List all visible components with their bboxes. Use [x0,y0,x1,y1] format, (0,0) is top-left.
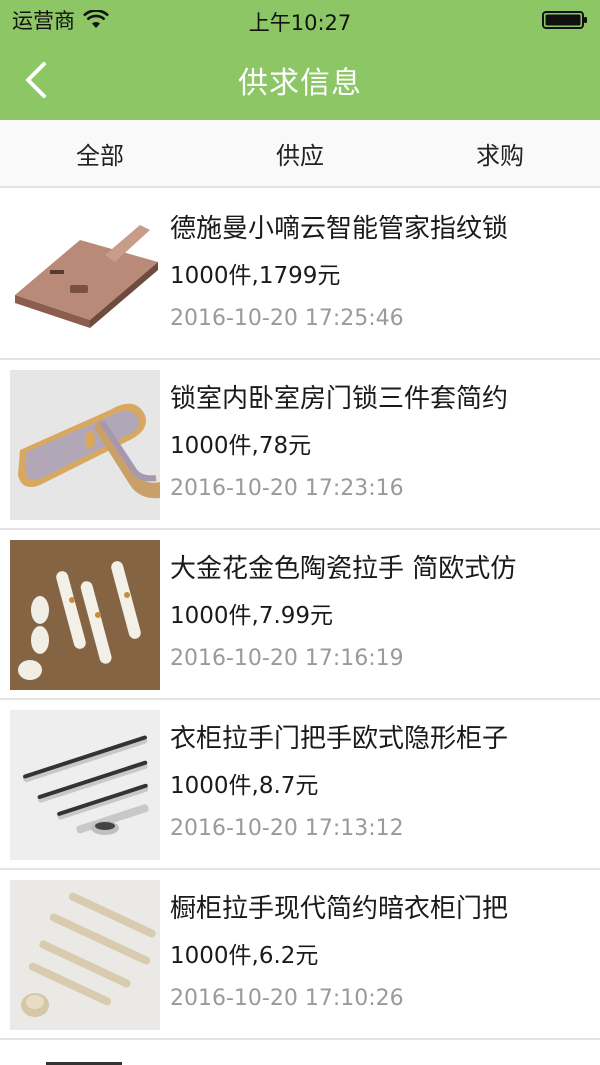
chevron-left-icon [26,62,46,98]
nav-bar: 供求信息 [0,40,600,120]
list-item[interactable]: 德施曼小嘀云智能管家指纹锁 1000件,1799元 2016-10-20 17:… [0,190,600,360]
wifi-icon [83,10,109,28]
list-item[interactable]: 衣柜拉手门把手欧式隐形柜子 1000件,8.7元 2016-10-20 17:1… [0,700,600,870]
tab-purchase[interactable]: 求购 [400,120,600,186]
battery-icon [542,11,587,29]
item-time: 2016-10-20 17:16:19 [170,646,404,671]
item-title: 衣柜拉手门把手欧式隐形柜子 [170,724,509,754]
tab-all[interactable]: 全部 [0,120,200,186]
tab-bar: 全部 供应 求购 [0,120,600,188]
supply-demand-list: 德施曼小嘀云智能管家指纹锁 1000件,1799元 2016-10-20 17:… [0,190,600,1040]
item-time: 2016-10-20 17:23:16 [170,476,404,501]
item-title: 锁室内卧室房门锁三件套简约 [170,384,509,414]
page-title: 供求信息 [238,66,362,101]
list-item[interactable]: 锁室内卧室房门锁三件套简约 1000件,78元 2016-10-20 17:23… [0,360,600,530]
ceramic-handle-image [10,540,160,690]
cabinet-handle-image [10,880,160,1030]
tab-supply[interactable]: 供应 [200,120,400,186]
item-title: 德施曼小嘀云智能管家指纹锁 [170,214,509,244]
carrier-label: 运营商 [12,9,75,33]
item-price: 1000件,78元 [170,433,312,459]
fingerprint-lock-image [10,200,160,350]
status-bar: 运营商 上午10:27 [0,0,600,40]
item-price: 1000件,8.7元 [170,773,319,799]
item-price: 1000件,6.2元 [170,943,319,969]
list-item[interactable]: 大金花金色陶瓷拉手 简欧式仿 1000件,7.99元 2016-10-20 17… [0,530,600,700]
list-item[interactable]: 橱柜拉手现代简约暗衣柜门把 1000件,6.2元 2016-10-20 17:1… [0,870,600,1040]
item-price: 1000件,1799元 [170,263,341,289]
item-price: 1000件,7.99元 [170,603,334,629]
back-button[interactable] [18,60,52,100]
wardrobe-handle-image [10,710,160,860]
item-time: 2016-10-20 17:13:12 [170,816,404,841]
item-title: 大金花金色陶瓷拉手 简欧式仿 [170,554,517,584]
door-lock-image [10,370,160,520]
item-time: 2016-10-20 17:25:46 [170,306,404,331]
status-left: 运营商 [12,5,109,35]
item-time: 2016-10-20 17:10:26 [170,986,404,1011]
item-title: 橱柜拉手现代简约暗衣柜门把 [170,894,509,924]
